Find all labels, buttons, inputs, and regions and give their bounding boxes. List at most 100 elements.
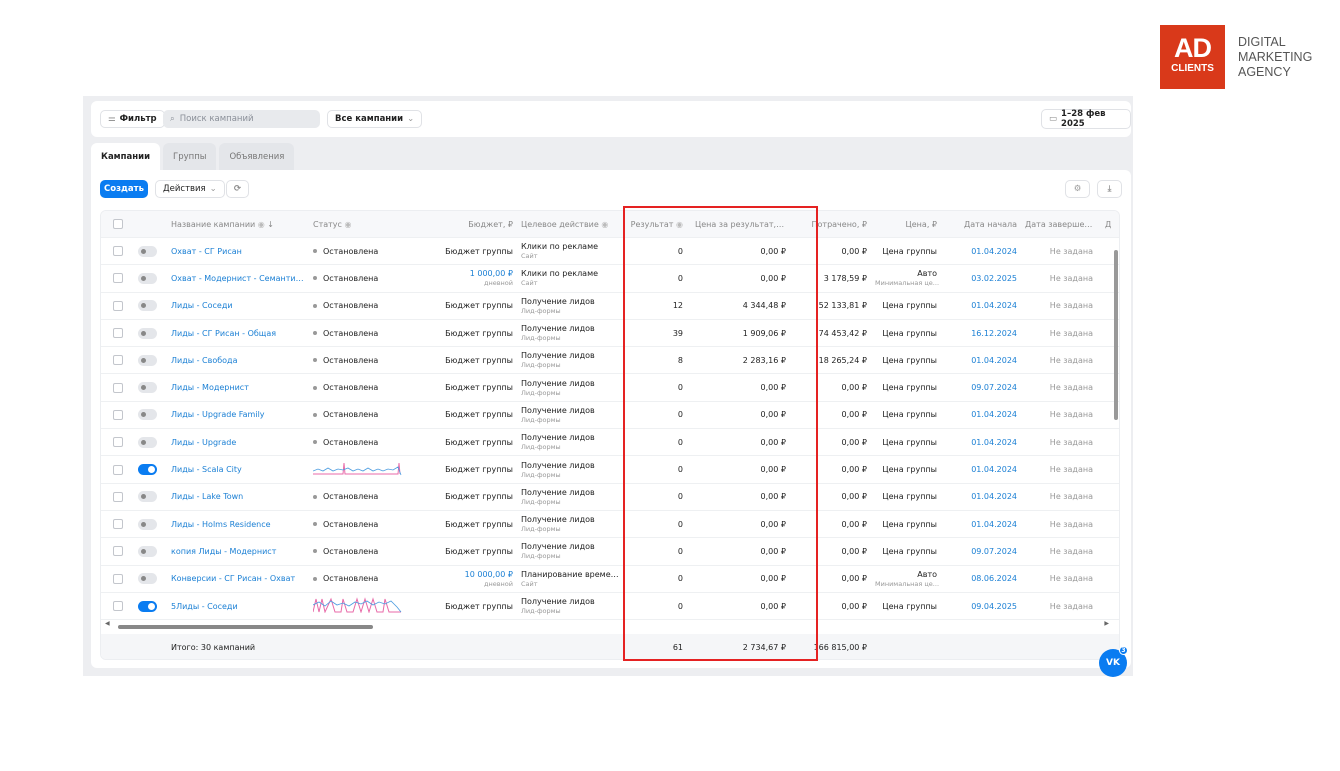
start-date-cell[interactable]: 16.12.2024 <box>941 329 1021 338</box>
header-price[interactable]: Цена, ₽ <box>871 220 941 229</box>
row-checkbox[interactable] <box>101 355 134 366</box>
campaign-toggle[interactable] <box>134 327 167 339</box>
create-button[interactable]: Создать <box>100 180 148 198</box>
campaign-toggle[interactable] <box>134 382 167 394</box>
vertical-scrollbar[interactable] <box>1114 250 1118 420</box>
scroll-left-icon[interactable]: ◀ <box>105 620 110 627</box>
end-date-cell: Не задана <box>1049 301 1093 311</box>
header-more[interactable]: Д <box>1101 220 1119 229</box>
campaign-toggle[interactable] <box>134 436 167 448</box>
budget-value: Бюджет группы <box>445 301 513 311</box>
row-checkbox[interactable] <box>101 273 134 284</box>
scroll-right-icon[interactable]: ▶ <box>1104 620 1109 627</box>
header-budget[interactable]: Бюджет, ₽ <box>421 220 517 229</box>
campaign-toggle[interactable] <box>134 518 167 530</box>
campaign-name-link[interactable]: Лиды - Scala City <box>167 465 309 474</box>
campaign-toggle[interactable] <box>134 491 167 503</box>
campaign-toggle[interactable] <box>134 573 167 585</box>
target-action: Получение лидов <box>521 460 595 470</box>
campaign-name-link[interactable]: Лиды - Holms Residence <box>167 520 309 529</box>
campaign-name-link[interactable]: 5Лиды - Соседи <box>167 602 309 611</box>
logo-text: AD <box>1174 33 1212 63</box>
campaign-name-link[interactable]: Конверсии - СГ Рисан - Охват <box>167 574 309 583</box>
top-toolbar: ⚌ Фильтр ⌕ Поиск кампаний Все кампании ⌄ ▭ 1… <box>91 101 1131 137</box>
header-end-date[interactable]: Дата завершения <box>1021 220 1101 229</box>
campaign-name-link[interactable]: Лиды - СГ Рисан - Общая <box>167 329 309 338</box>
campaign-name-link[interactable]: Лиды - Свобода <box>167 356 309 365</box>
row-checkbox[interactable] <box>101 437 134 448</box>
header-status[interactable]: Статус ◉ <box>309 220 421 229</box>
status-dot-icon <box>313 303 317 308</box>
start-date-cell[interactable]: 08.06.2024 <box>941 574 1021 583</box>
campaign-name-link[interactable]: Лиды - Upgrade <box>167 438 309 447</box>
refresh-button[interactable]: ⟳ <box>226 180 249 198</box>
vk-chat-button[interactable]: VK 3 <box>1099 646 1128 677</box>
row-checkbox[interactable] <box>101 491 134 502</box>
tab-ads[interactable]: Объявления <box>219 143 295 170</box>
start-date-cell[interactable]: 09.07.2024 <box>941 547 1021 556</box>
campaign-toggle[interactable] <box>134 245 167 257</box>
campaign-toggle[interactable] <box>134 545 167 557</box>
row-checkbox[interactable] <box>101 328 134 339</box>
header-target[interactable]: Целевое действие ◉ <box>517 220 626 229</box>
row-checkbox[interactable] <box>101 601 134 611</box>
row-checkbox[interactable] <box>101 300 134 311</box>
scrollbar-thumb[interactable] <box>118 625 373 629</box>
campaigns-select[interactable]: Все кампании ⌄ <box>327 110 423 128</box>
start-date-cell[interactable]: 01.04.2024 <box>941 492 1021 501</box>
start-date-cell[interactable]: 01.04.2024 <box>941 465 1021 474</box>
actions-dropdown[interactable]: Действия ⌄ <box>155 180 225 198</box>
start-date-cell[interactable]: 03.02.2025 <box>941 274 1021 283</box>
tab-campaigns[interactable]: Кампании <box>91 143 161 170</box>
status-text: Остановлена <box>323 546 379 556</box>
row-checkbox[interactable] <box>101 519 134 530</box>
row-checkbox[interactable] <box>101 246 134 257</box>
header-label: Результат <box>630 219 674 229</box>
horizontal-scrollbar[interactable]: ◀ ▶ <box>101 620 1119 632</box>
campaign-name-link[interactable]: Охват - СГ Рисан <box>167 247 309 256</box>
start-date-cell[interactable]: 01.04.2024 <box>941 247 1021 256</box>
table-row: Лиды - Upgrade Остановлена Бюджет группы… <box>101 429 1119 457</box>
end-date-cell: Не задана <box>1049 546 1093 556</box>
start-date-cell[interactable]: 01.04.2024 <box>941 410 1021 419</box>
campaign-name-link[interactable]: Лиды - Соседи <box>167 301 309 310</box>
budget-value[interactable]: 10 000,00 ₽ <box>465 570 513 579</box>
start-date-cell[interactable]: 09.07.2024 <box>941 383 1021 392</box>
start-date-cell[interactable]: 01.04.2024 <box>941 356 1021 365</box>
campaign-name-link[interactable]: Лиды - Lake Town <box>167 492 309 501</box>
campaign-toggle[interactable] <box>134 354 167 366</box>
campaign-toggle[interactable] <box>134 464 167 476</box>
start-date-cell[interactable]: 01.04.2024 <box>941 520 1021 529</box>
row-checkbox[interactable] <box>101 573 134 584</box>
row-checkbox[interactable] <box>101 382 134 393</box>
campaign-name-link[interactable]: копия Лиды - Модернист <box>167 547 309 556</box>
row-checkbox[interactable] <box>101 409 134 420</box>
settings-button[interactable]: ⚙ <box>1065 180 1090 198</box>
start-date-cell[interactable]: 01.04.2024 <box>941 438 1021 447</box>
filter-button[interactable]: ⚌ Фильтр <box>100 110 165 128</box>
campaign-toggle[interactable] <box>134 272 167 284</box>
search-input[interactable]: ⌕ Поиск кампаний <box>163 110 320 128</box>
header-name[interactable]: Название кампании ◉ ↓ <box>167 220 309 229</box>
date-range-button[interactable]: ▭ 1–28 фев 2025 <box>1041 109 1131 129</box>
campaigns-select-value: Все кампании <box>335 114 404 124</box>
row-checkbox[interactable] <box>101 546 134 557</box>
header-start-date[interactable]: Дата начала <box>941 220 1021 229</box>
budget-cell: Бюджет группы <box>421 465 517 474</box>
start-date-cell[interactable]: 09.04.2025 <box>941 602 1021 611</box>
campaign-name-link[interactable]: Лиды - Upgrade Family <box>167 410 309 419</box>
select-all-checkbox[interactable] <box>101 219 134 229</box>
tab-groups[interactable]: Группы <box>163 143 217 170</box>
header-result[interactable]: Результат ◉ <box>626 220 691 229</box>
row-checkbox[interactable] <box>101 464 134 475</box>
campaign-toggle[interactable] <box>134 300 167 312</box>
budget-value[interactable]: 1 000,00 ₽ <box>470 269 513 278</box>
download-button[interactable]: ⤓ <box>1097 180 1122 198</box>
header-cost-per-result[interactable]: Цена за результат, ₽ ◉ <box>691 220 796 229</box>
header-spent[interactable]: Потрачено, ₽ <box>796 220 871 229</box>
campaign-name-link[interactable]: Лиды - Модернист <box>167 383 309 392</box>
start-date-cell[interactable]: 01.04.2024 <box>941 301 1021 310</box>
campaign-name-link[interactable]: Охват - Модернист - Семантика <box>167 274 309 283</box>
campaign-toggle[interactable] <box>134 600 167 612</box>
campaign-toggle[interactable] <box>134 409 167 421</box>
